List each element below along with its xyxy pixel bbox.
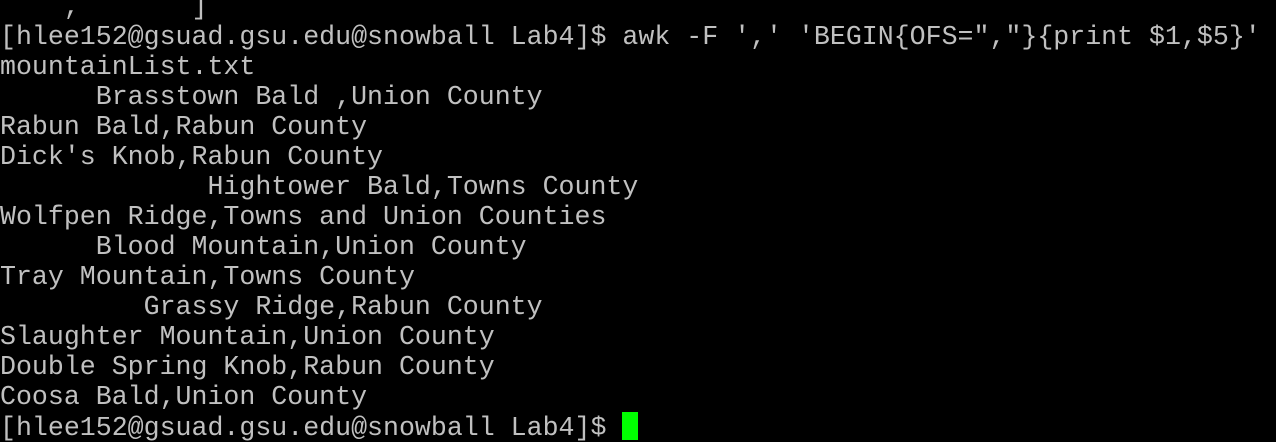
terminal-output-line: Hightower Bald,Towns County <box>0 172 639 202</box>
terminal-output-line: Dick's Knob,Rabun County <box>0 142 384 172</box>
terminal-output-line: Tray Mountain,Towns County <box>0 262 415 292</box>
terminal-command-continuation: mountainList.txt <box>0 52 256 82</box>
terminal-cursor <box>622 412 639 440</box>
terminal-output-line: Blood Mountain,Union County <box>0 232 527 262</box>
terminal-prompt-line[interactable]: [hlee152@gsuad.gsu.edu@snowball Lab4]$ <box>0 412 1276 442</box>
terminal-command-line: [hlee152@gsuad.gsu.edu@snowball Lab4]$ a… <box>0 22 1261 52</box>
terminal-output-line: Slaughter Mountain,Union County <box>0 322 495 352</box>
terminal-output-line: Coosa Bald,Union County <box>0 382 368 412</box>
terminal-output-line: Rabun Bald,Rabun County <box>0 112 368 142</box>
terminal-output-line: Brasstown Bald ,Union County <box>0 82 543 112</box>
terminal-output-line: Wolfpen Ridge,Towns and Union Counties <box>0 202 607 232</box>
terminal-partial-line: , ] <box>0 0 208 22</box>
terminal-prompt: [hlee152@gsuad.gsu.edu@snowball Lab4]$ <box>0 413 623 442</box>
terminal-output-line: Double Spring Knob,Rabun County <box>0 352 495 382</box>
terminal-output-line: Grassy Ridge,Rabun County <box>0 292 543 322</box>
terminal-window[interactable]: , ] [hlee152@gsuad.gsu.edu@snowball Lab4… <box>0 0 1276 442</box>
